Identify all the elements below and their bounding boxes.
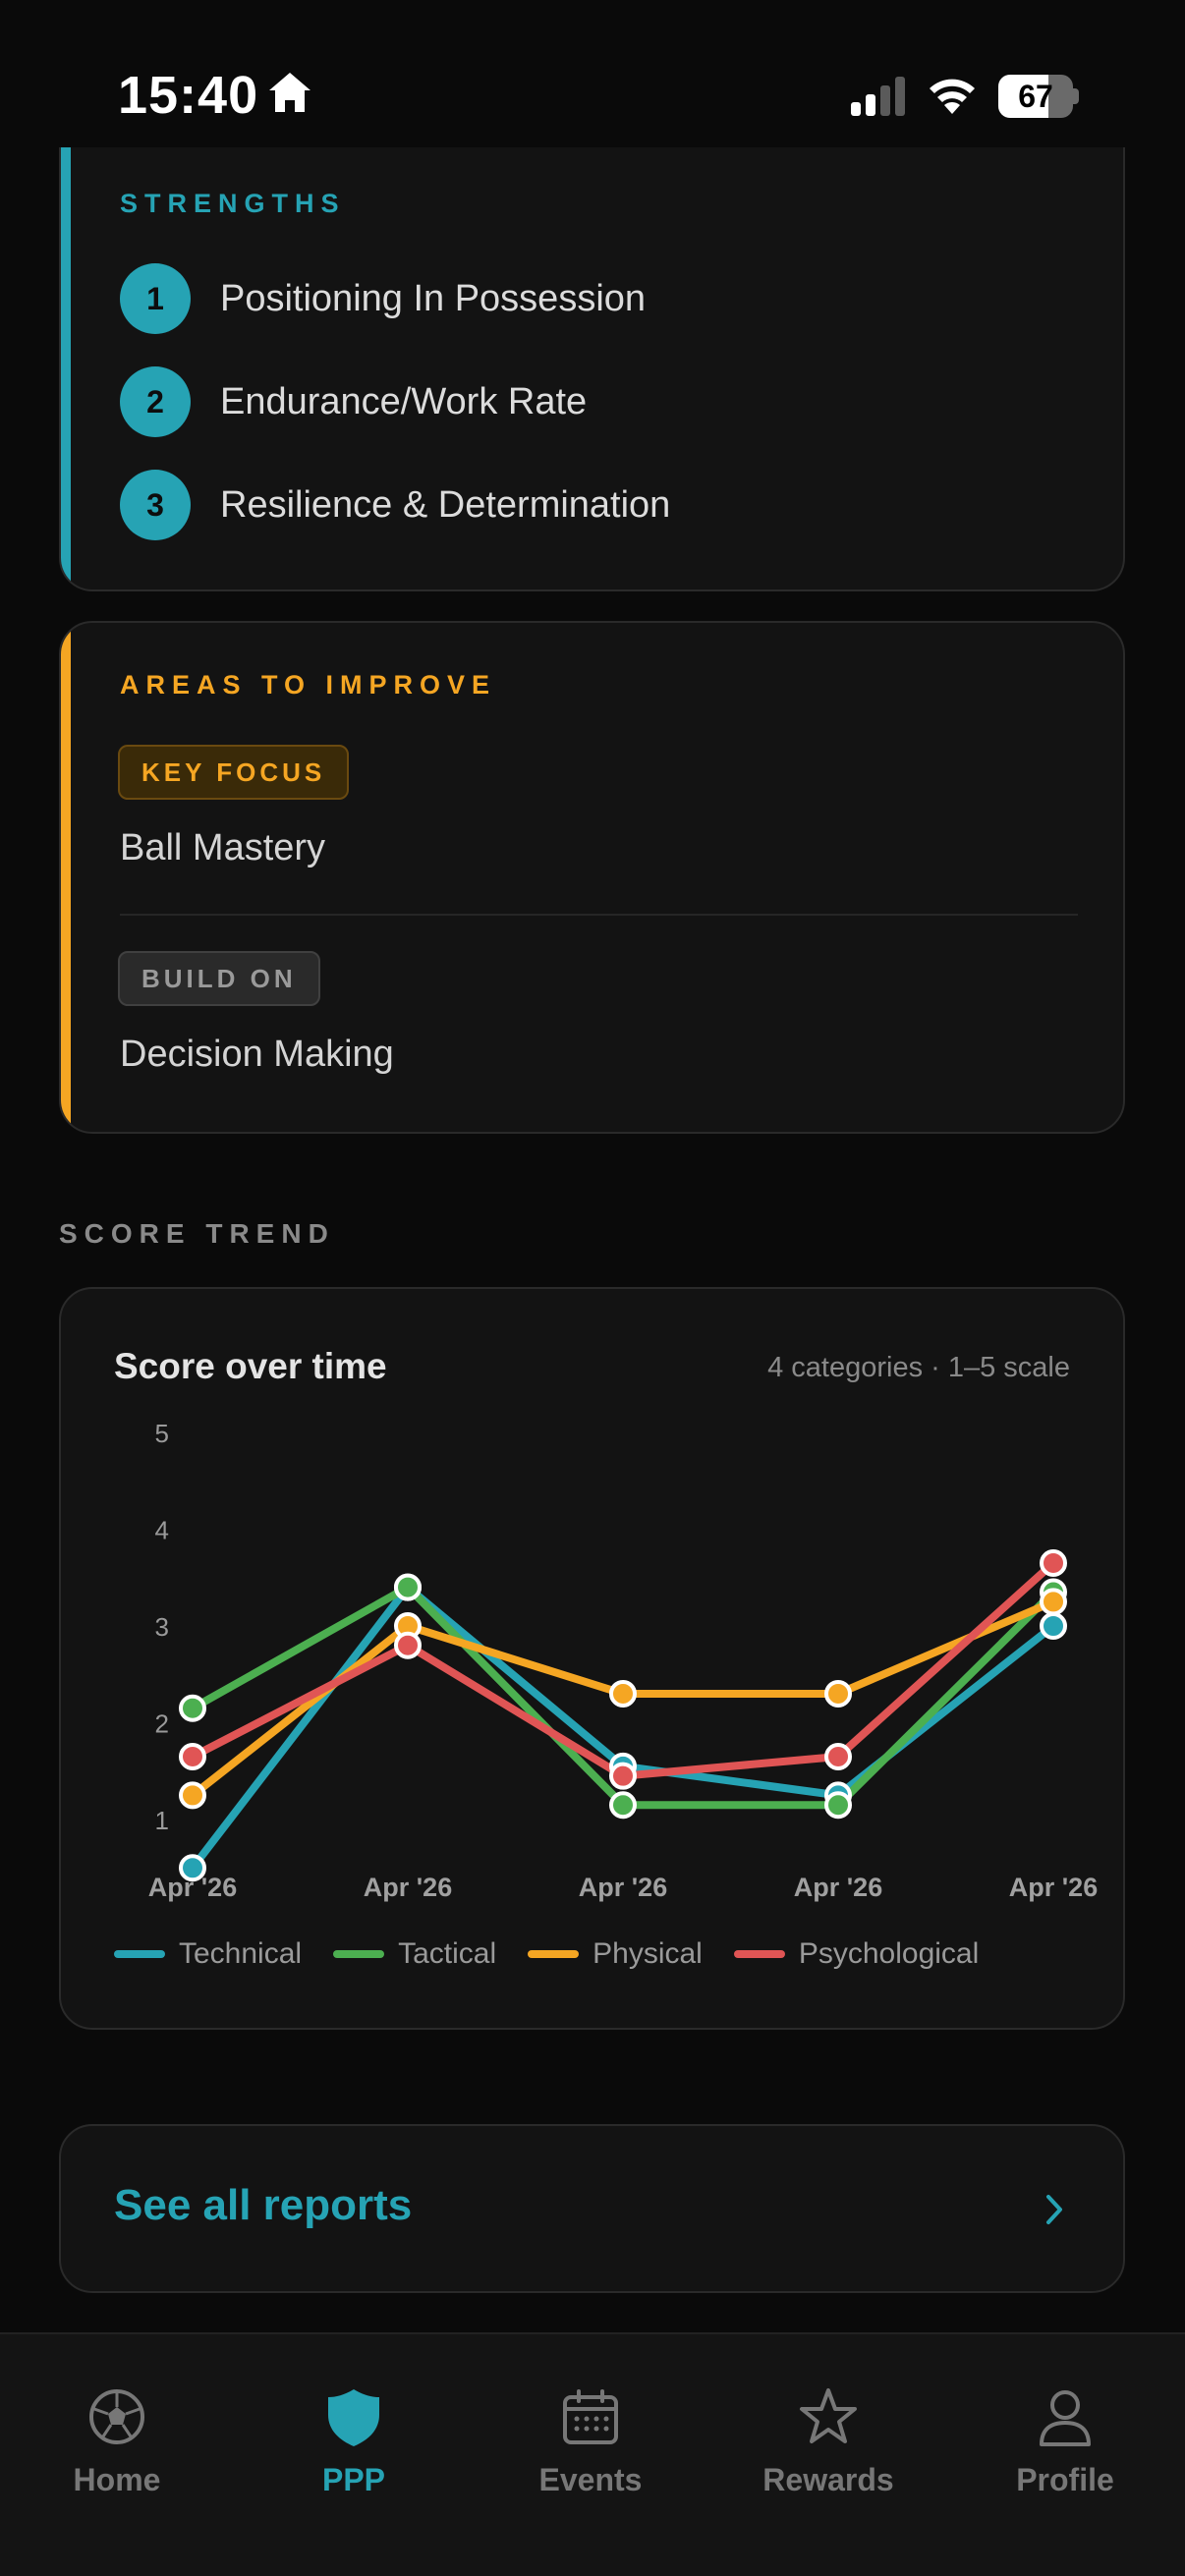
y-tick-label: 5 xyxy=(155,1419,169,1448)
legend-swatch xyxy=(333,1950,385,1958)
strength-item: 1 Positioning In Possession xyxy=(120,263,646,334)
improve-accent-bar xyxy=(61,623,71,1132)
y-tick-label: 1 xyxy=(155,1806,169,1835)
data-point-technical xyxy=(179,1854,206,1882)
chart-legend: Technical Tactical Physical Psychological xyxy=(114,1937,1010,1971)
data-point-physical xyxy=(824,1679,852,1708)
data-point-psychological xyxy=(824,1742,852,1770)
legend-swatch xyxy=(114,1950,165,1958)
y-tick-label: 3 xyxy=(155,1612,169,1642)
key-focus-badge: KEY FOCUS xyxy=(118,745,350,800)
status-time: 15:40 xyxy=(118,66,259,125)
build-on-badge: BUILD ON xyxy=(118,951,320,1006)
data-point-psychological xyxy=(394,1631,422,1659)
strengths-accent-bar xyxy=(61,147,71,589)
soccer-ball-icon xyxy=(89,2389,144,2444)
data-point-psychological xyxy=(609,1762,637,1790)
series-line-technical xyxy=(189,1583,1057,1873)
y-tick-label: 4 xyxy=(155,1516,169,1545)
strengths-card: STRENGTHS 1 Positioning In Possession 2 … xyxy=(59,147,1125,591)
data-point-tactical xyxy=(824,1791,852,1820)
score-chart-card: Score over time 4 categories · 1–5 scale… xyxy=(59,1287,1125,2030)
build-on-item: Decision Making xyxy=(120,1034,394,1075)
tab-label: Profile xyxy=(1016,2462,1114,2497)
see-all-reports-label: See all reports xyxy=(114,2181,413,2229)
improve-heading: AREAS TO IMPROVE xyxy=(120,670,497,700)
strength-label: Resilience & Determination xyxy=(220,483,671,526)
tab-home[interactable]: Home xyxy=(19,2385,215,2498)
legend-label: Physical xyxy=(592,1937,703,1970)
data-point-physical xyxy=(179,1781,206,1810)
data-point-tactical xyxy=(609,1791,637,1820)
x-tick-label: Apr '26 xyxy=(794,1873,882,1902)
strength-item: 2 Endurance/Work Rate xyxy=(120,366,587,437)
battery-percent: 67 xyxy=(1018,79,1053,114)
data-point-technical xyxy=(1040,1612,1067,1640)
x-tick-label: Apr '26 xyxy=(364,1873,452,1902)
data-point-psychological xyxy=(179,1742,206,1770)
tab-profile[interactable]: Profile xyxy=(967,2385,1163,2498)
strength-label: Endurance/Work Rate xyxy=(220,380,588,422)
x-tick-label: Apr '26 xyxy=(579,1873,667,1902)
star-icon xyxy=(800,2388,857,2443)
legend-label: Tactical xyxy=(398,1937,497,1970)
strength-item: 3 Resilience & Determination xyxy=(120,470,670,540)
data-point-psychological xyxy=(1040,1548,1067,1577)
data-point-tactical xyxy=(394,1573,422,1601)
score-line-chart: 12345Apr '26 Apr '26 Apr '26 Apr '26 Apr '26 xyxy=(148,1419,1098,1902)
person-icon xyxy=(1040,2390,1091,2446)
calendar-icon xyxy=(563,2389,618,2444)
tab-rewards[interactable]: Rewards xyxy=(730,2385,927,2498)
tab-events[interactable]: Events xyxy=(492,2385,689,2498)
strength-label: Positioning In Possession xyxy=(220,277,647,319)
rank-badge: 2 xyxy=(120,366,191,437)
legend-swatch xyxy=(733,1950,785,1958)
legend-swatch xyxy=(528,1950,580,1958)
see-all-reports-button[interactable]: See all reports xyxy=(59,2124,1125,2293)
legend-item-psychological: Psychological xyxy=(733,1937,980,1971)
battery-indicator: 67 xyxy=(998,75,1079,118)
cellular-signal-icon xyxy=(851,77,905,116)
series-line-psychological xyxy=(189,1558,1057,1780)
score-trend-heading: SCORE TREND xyxy=(59,1218,335,1249)
strengths-heading: STRENGTHS xyxy=(120,189,346,218)
areas-to-improve-card: AREAS TO IMPROVE KEY FOCUS Ball Mastery … xyxy=(59,621,1125,1134)
bottom-tab-bar: Home PPP Events Rewards Profile xyxy=(0,2332,1185,2576)
key-focus-item: Ball Mastery xyxy=(120,827,326,868)
data-point-physical xyxy=(609,1679,637,1708)
legend-item-tactical: Tactical xyxy=(333,1937,496,1971)
wifi-icon xyxy=(930,79,975,114)
x-tick-label: Apr '26 xyxy=(1009,1873,1098,1902)
shield-icon xyxy=(328,2389,379,2446)
divider xyxy=(120,914,1078,916)
home-status-icon xyxy=(269,73,310,112)
legend-label: Psychological xyxy=(798,1937,980,1970)
data-point-tactical xyxy=(179,1694,206,1722)
y-tick-label: 2 xyxy=(155,1709,169,1739)
data-point-physical xyxy=(1040,1588,1067,1616)
tab-label: PPP xyxy=(321,2462,386,2497)
rank-badge: 1 xyxy=(120,263,191,334)
chevron-right-icon xyxy=(1046,2195,1062,2224)
legend-item-technical: Technical xyxy=(114,1937,302,1971)
tab-ppp[interactable]: PPP xyxy=(255,2385,452,2498)
tab-label: Rewards xyxy=(762,2462,894,2497)
tab-label: Events xyxy=(538,2462,643,2497)
tab-label: Home xyxy=(73,2462,161,2497)
rank-badge: 3 xyxy=(120,470,191,540)
legend-label: Technical xyxy=(179,1937,303,1970)
legend-item-physical: Physical xyxy=(528,1937,703,1971)
